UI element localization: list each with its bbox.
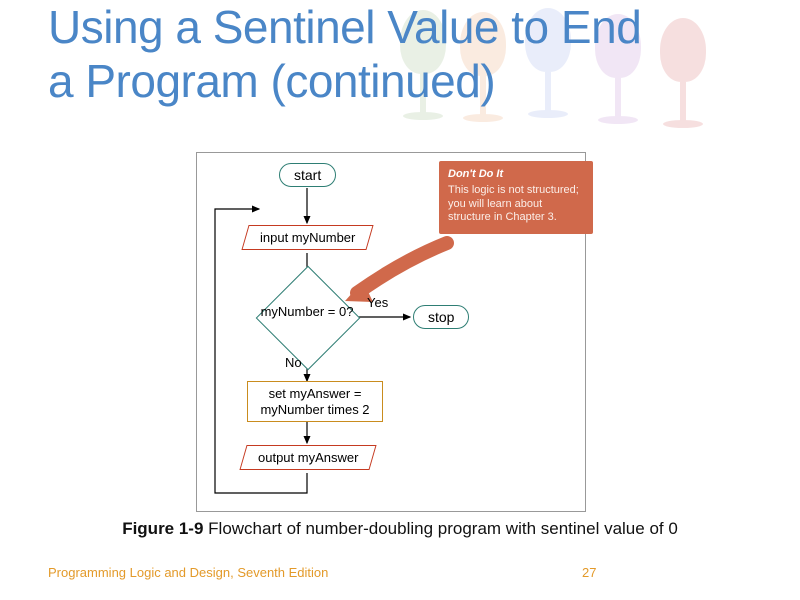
output-label: output myAnswer xyxy=(258,450,358,465)
footer-book-title: Programming Logic and Design, Seventh Ed… xyxy=(48,565,328,580)
flowchart-figure: start input myNumber myNumber = 0? Yes N… xyxy=(196,152,586,512)
figure-caption: Figure 1-9 Flowchart of number-doubling … xyxy=(90,518,710,541)
title-line-2: a Program (continued) xyxy=(48,55,495,107)
process-label: set myAnswer = myNumber times 2 xyxy=(260,386,369,417)
title-line-1: Using a Sentinel Value to End xyxy=(48,1,641,53)
no-label: No xyxy=(285,355,302,370)
caption-text: Flowchart of number-doubling program wit… xyxy=(203,519,677,538)
callout-heading: Don't Do It xyxy=(448,168,584,182)
flow-input: input myNumber xyxy=(241,225,374,250)
flow-output: output myAnswer xyxy=(239,445,377,470)
decision-text: myNumber = 0? xyxy=(257,305,357,320)
callout-body: This logic is not structured; you will l… xyxy=(448,184,579,224)
flow-start: start xyxy=(279,163,336,187)
stop-label: stop xyxy=(428,309,454,325)
flow-stop: stop xyxy=(413,305,469,329)
flow-process: set myAnswer = myNumber times 2 xyxy=(247,381,383,422)
slide-title: Using a Sentinel Value to End a Program … xyxy=(0,0,800,109)
yes-label: Yes xyxy=(367,295,388,310)
dont-do-it-callout: Don't Do It This logic is not structured… xyxy=(439,161,593,234)
footer-page-number: 27 xyxy=(582,565,596,580)
start-label: start xyxy=(294,167,321,183)
input-label: input myNumber xyxy=(260,230,355,245)
caption-label: Figure 1-9 xyxy=(122,519,203,538)
